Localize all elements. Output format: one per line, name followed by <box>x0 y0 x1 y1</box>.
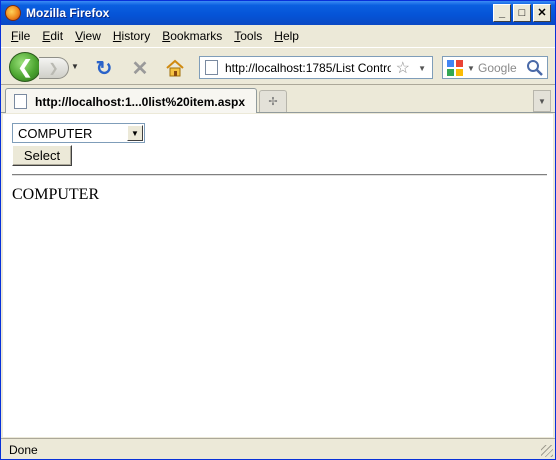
search-input[interactable] <box>478 60 528 76</box>
google-icon[interactable] <box>446 59 464 77</box>
home-icon <box>166 59 184 77</box>
menu-bookmarks[interactable]: Bookmarks <box>156 29 228 43</box>
tab-list-button[interactable]: ▼ <box>533 90 551 112</box>
maximize-button[interactable]: □ <box>513 4 531 22</box>
url-text[interactable]: http://localhost:1785/List Controls <box>225 61 391 75</box>
minimize-button[interactable]: _ <box>493 4 511 22</box>
menu-edit[interactable]: Edit <box>36 29 69 43</box>
search-engine-dropdown-icon[interactable]: ▼ <box>467 64 475 73</box>
menu-help[interactable]: Help <box>268 29 305 43</box>
window-controls: _ □ ✕ <box>493 4 551 22</box>
address-bar[interactable]: http://localhost:1785/List Controls ☆ ▼ <box>199 56 433 79</box>
tab-strip: http://localhost:1...0list%20item.aspx ✢… <box>1 85 555 113</box>
close-button[interactable]: ✕ <box>533 4 551 22</box>
menu-bar: File Edit View History Bookmarks Tools H… <box>1 25 555 47</box>
item-dropdown[interactable]: COMPUTER ▼ <box>12 123 145 143</box>
menu-history[interactable]: History <box>107 29 156 43</box>
menu-tools[interactable]: Tools <box>228 29 268 43</box>
history-dropdown-icon[interactable]: ▼ <box>71 62 79 71</box>
status-text: Done <box>9 443 38 457</box>
reload-button[interactable]: ↻ <box>93 57 115 80</box>
tab-label: http://localhost:1...0list%20item.aspx <box>35 95 246 109</box>
stop-icon: ✕ <box>131 57 149 80</box>
search-bar: ▼ <box>442 56 548 79</box>
firefox-icon <box>5 5 21 21</box>
status-bar: Done <box>1 438 555 459</box>
navigation-toolbar: ❮ ❯ ▼ ↻ ✕ http://localhost:1785/List Con… <box>1 47 555 85</box>
search-icon[interactable] <box>526 59 544 77</box>
select-button[interactable]: Select <box>12 145 72 166</box>
reload-icon: ↻ <box>95 57 113 80</box>
page-content: COMPUTER ▼ Select COMPUTER <box>3 114 553 437</box>
title-bar[interactable]: Mozilla Firefox _ □ ✕ <box>1 1 555 25</box>
plus-icon: ✢ <box>268 96 278 108</box>
resize-grip-icon[interactable] <box>541 445 553 457</box>
dropdown-arrow-icon[interactable]: ▼ <box>127 125 143 141</box>
window-title: Mozilla Firefox <box>26 6 110 20</box>
new-tab-button[interactable]: ✢ <box>259 90 287 112</box>
stop-button[interactable]: ✕ <box>129 57 151 80</box>
forward-arrow-icon: ❯ <box>48 61 59 75</box>
tab-active[interactable]: http://localhost:1...0list%20item.aspx <box>5 88 257 113</box>
back-button[interactable]: ❮ <box>9 52 41 82</box>
tab-page-icon <box>14 94 27 109</box>
horizontal-rule <box>12 174 547 176</box>
url-dropdown-icon[interactable]: ▼ <box>418 64 426 73</box>
chevron-down-icon: ▼ <box>538 96 546 106</box>
selected-result-text: COMPUTER <box>12 186 100 203</box>
menu-view[interactable]: View <box>69 29 107 43</box>
bookmark-star-icon[interactable]: ☆ <box>396 58 410 78</box>
back-arrow-icon: ❮ <box>17 56 33 77</box>
page-icon <box>205 60 218 75</box>
menu-file[interactable]: File <box>5 29 36 43</box>
browser-window: Mozilla Firefox _ □ ✕ File Edit View His… <box>0 0 556 460</box>
forward-button[interactable]: ❯ <box>39 57 69 79</box>
home-button[interactable] <box>164 57 186 79</box>
dropdown-selected-value: COMPUTER <box>18 126 93 141</box>
